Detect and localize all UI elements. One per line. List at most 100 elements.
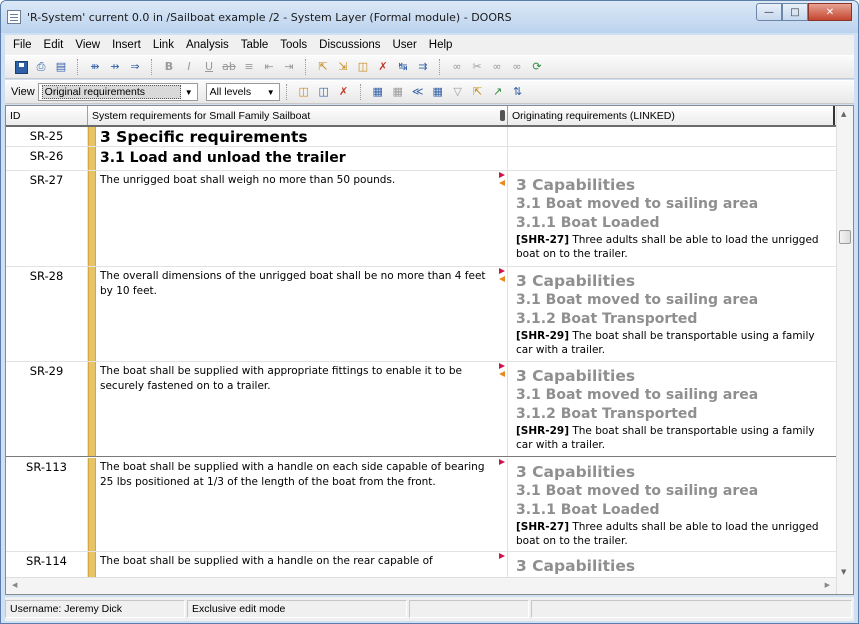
row-originating: 3 Capabilities 3.1 Boat moved to sailing… [508, 267, 836, 361]
link-indicator[interactable] [497, 363, 505, 379]
refresh-button[interactable]: ⟳ [529, 59, 545, 75]
make-link-button[interactable]: ◫ [355, 59, 371, 75]
funnel-button[interactable]: ▽ [450, 84, 466, 100]
link-end-button[interactable]: ⇲ [335, 59, 351, 75]
outline-button[interactable]: ▦ [430, 84, 446, 100]
view-select[interactable]: Original requirements ▼ [37, 83, 198, 101]
menu-link[interactable]: Link [147, 39, 180, 51]
chain-add-button[interactable]: ∞ [509, 59, 525, 75]
table-row[interactable]: SR-113 The boat shall be supplied with a… [6, 458, 836, 552]
close-button[interactable]: ✕ [808, 3, 852, 21]
menu-file[interactable]: File [7, 39, 38, 51]
outdent-button[interactable]: ⇤ [261, 59, 277, 75]
menu-user[interactable]: User [387, 39, 423, 51]
insert-object-button[interactable]: ⇒ [127, 59, 143, 75]
outdent-icon: ⇤ [264, 60, 274, 73]
menu-tools[interactable]: Tools [274, 39, 313, 51]
insert-object-icon: ⇒ [130, 60, 140, 73]
minimize-button[interactable]: — [756, 3, 782, 21]
link-indicator[interactable] [497, 553, 505, 569]
insert-heading-icon: ⇻ [90, 60, 100, 73]
table-row[interactable]: SR-114 The boat shall be supplied with a… [6, 552, 836, 577]
row-text: The overall dimensions of the unrigged b… [96, 267, 508, 361]
table-row[interactable]: SR-28 The overall dimensions of the unri… [6, 267, 836, 362]
title-bar[interactable]: 'R-System' current 0.0 in /Sailboat exam… [1, 1, 858, 33]
indent-button[interactable]: ⇥ [281, 59, 297, 75]
table-row[interactable]: SR-27 The unrigged boat shall weigh no m… [6, 171, 836, 267]
scroll-right-icon[interactable]: ▶ [825, 581, 830, 589]
scroll-up-icon[interactable]: ▲ [841, 110, 846, 118]
print-button[interactable]: ⎙ [33, 59, 49, 75]
menu-analysis[interactable]: Analysis [180, 39, 235, 51]
chain-button[interactable]: ∞ [489, 59, 505, 75]
filter-button[interactable]: ▦ [370, 84, 386, 100]
traceability-button[interactable]: ⇱ [470, 84, 486, 100]
sort-button[interactable]: ≪ [410, 84, 426, 100]
column-header-id[interactable]: ID [6, 106, 88, 125]
scroll-down-icon[interactable]: ▼ [841, 568, 846, 576]
menu-view[interactable]: View [69, 39, 106, 51]
link-indicator[interactable] [497, 459, 505, 475]
horizontal-scrollbar[interactable]: ◀ ▶ [6, 577, 836, 594]
menu-edit[interactable]: Edit [38, 39, 70, 51]
properties-button[interactable]: ▤ [53, 59, 69, 75]
vertical-scrollbar[interactable]: ▲ ▼ [836, 106, 853, 594]
link-indicator[interactable] [497, 172, 505, 188]
levels-select[interactable]: All levels ▼ [205, 83, 280, 101]
levels-select-value: All levels [209, 86, 252, 98]
outlink-icon [499, 172, 505, 178]
orig-heading-2: 3.1 Boat moved to sailing area [516, 196, 759, 212]
insert-below-button[interactable]: ⇸ [107, 59, 123, 75]
link-start-button[interactable]: ⇱ [315, 59, 331, 75]
change-bar [88, 127, 96, 146]
discussion-button[interactable]: ∞ [449, 59, 465, 75]
orig-heading-1: 3 Capabilities [516, 367, 636, 385]
column-header-originating[interactable]: Originating requirements (LINKED) [508, 106, 835, 125]
bullet-list-button[interactable]: ≡ [241, 59, 257, 75]
status-bar: Username: Jeremy Dick Exclusive edit mod… [5, 597, 854, 621]
orig-requirement: [SHR-27] Three adults shall be able to l… [516, 520, 832, 548]
insert-column-button[interactable]: ◫ [296, 84, 312, 100]
italic-button[interactable]: I [181, 59, 197, 75]
sort-az-button[interactable]: ⇅ [510, 84, 526, 100]
link-wizard-button[interactable]: ↹ [395, 59, 411, 75]
toolbar-separator [77, 59, 79, 75]
bold-button[interactable]: B [161, 59, 177, 75]
column-headers: ID System requirements for Small Family … [6, 106, 836, 127]
filter-edit-button[interactable]: ▦ [390, 84, 406, 100]
menu-table[interactable]: Table [235, 39, 275, 51]
table-row[interactable]: SR-26 3.1 Load and unload the trailer [6, 147, 836, 171]
orig-heading-3: 3.1.2 Boat Transported [516, 311, 698, 327]
filter-edit-icon: ▦ [392, 85, 403, 98]
edit-column-button[interactable]: ◫ [316, 84, 332, 100]
scroll-thumb[interactable] [839, 230, 851, 244]
outlink-icon [499, 553, 505, 559]
link-analysis-button[interactable]: ⇉ [415, 59, 431, 75]
scroll-left-icon[interactable]: ◀ [12, 581, 17, 589]
sort-az-icon: ⇅ [513, 85, 523, 98]
save-button[interactable] [13, 59, 29, 75]
menu-help[interactable]: Help [423, 39, 459, 51]
delete-link-button[interactable]: ✗ [375, 59, 391, 75]
table-row[interactable]: SR-29 The boat shall be supplied with ap… [6, 362, 836, 457]
link-indicator[interactable] [497, 268, 505, 284]
menu-insert[interactable]: Insert [106, 39, 147, 51]
underline-icon: U [204, 60, 214, 73]
strikethrough-button[interactable]: ab [221, 59, 237, 75]
column-header-main[interactable]: System requirements for Small Family Sai… [88, 106, 508, 125]
outlink-icon [499, 459, 505, 465]
delete-column-button[interactable]: ✗ [336, 84, 352, 100]
delete-column-icon: ✗ [339, 85, 349, 98]
cut-button[interactable]: ✂ [469, 59, 485, 75]
maximize-button[interactable]: □ [782, 3, 808, 21]
menu-discussions[interactable]: Discussions [313, 39, 386, 51]
row-text: The unrigged boat shall weigh no more th… [96, 171, 508, 266]
analysis-button[interactable]: ↗ [490, 84, 506, 100]
orig-ref: [SHR-29] [516, 425, 570, 437]
row-id: SR-27 [6, 171, 88, 266]
table-row[interactable]: SR-25 3 Specific requirements [6, 127, 836, 147]
change-bar [88, 147, 96, 170]
row-text-content: The unrigged boat shall weigh no more th… [100, 174, 396, 186]
insert-heading-button[interactable]: ⇻ [87, 59, 103, 75]
underline-button[interactable]: U [201, 59, 217, 75]
